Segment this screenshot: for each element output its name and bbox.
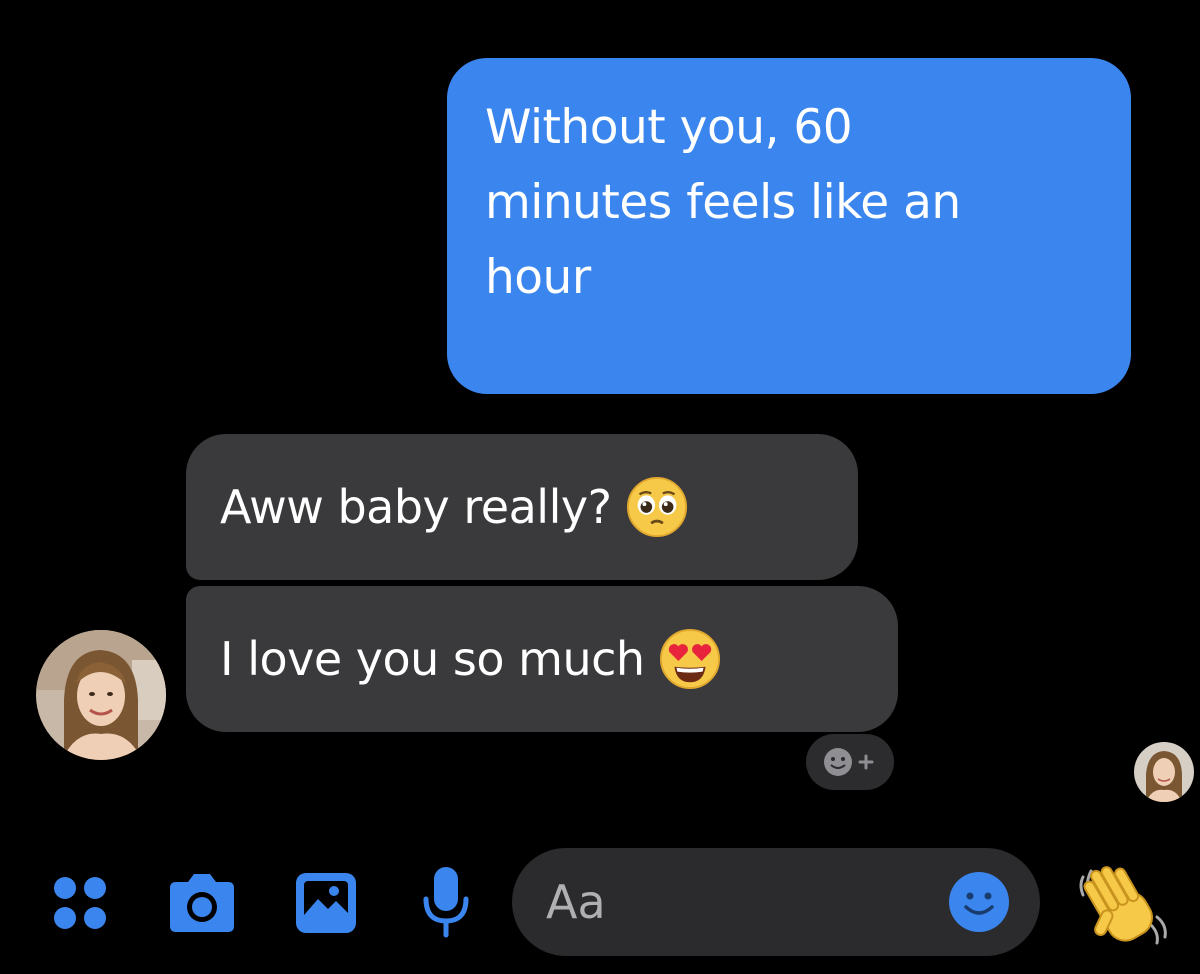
incoming-message-text: Aww baby really? xyxy=(220,480,612,534)
add-reaction-icon xyxy=(824,748,874,776)
contact-avatar-image xyxy=(36,630,166,760)
incoming-message-bubble[interactable]: I love you so much xyxy=(186,586,898,732)
camera-icon xyxy=(170,874,234,932)
incoming-message-bubble[interactable]: Aww baby really? xyxy=(186,434,858,580)
apps-grid-icon xyxy=(54,877,106,929)
voice-message-button[interactable] xyxy=(414,858,478,948)
wave-hand-icon xyxy=(1079,866,1167,945)
gallery-icon xyxy=(296,873,356,933)
camera-button[interactable] xyxy=(160,858,244,948)
outgoing-message-bubble[interactable]: Without you, 60 minutes feels like an ho… xyxy=(447,58,1131,394)
incoming-message-text: I love you so much xyxy=(220,632,645,686)
pleading-face-icon xyxy=(626,476,687,538)
apps-grid-button[interactable] xyxy=(40,858,120,948)
message-input-placeholder[interactable]: Aa xyxy=(546,875,606,929)
emoji-icon[interactable] xyxy=(946,869,1012,935)
message-composer[interactable]: Aa xyxy=(512,848,1040,956)
heart-eyes-face-icon xyxy=(659,628,720,690)
gallery-button[interactable] xyxy=(288,858,364,948)
microphone-icon xyxy=(423,867,469,938)
read-receipt-avatar xyxy=(1134,742,1194,802)
contact-avatar[interactable] xyxy=(36,630,166,760)
wave-hand-button[interactable] xyxy=(1070,850,1180,960)
read-receipt-avatar-image xyxy=(1134,742,1194,802)
add-reaction-button[interactable] xyxy=(806,734,894,790)
